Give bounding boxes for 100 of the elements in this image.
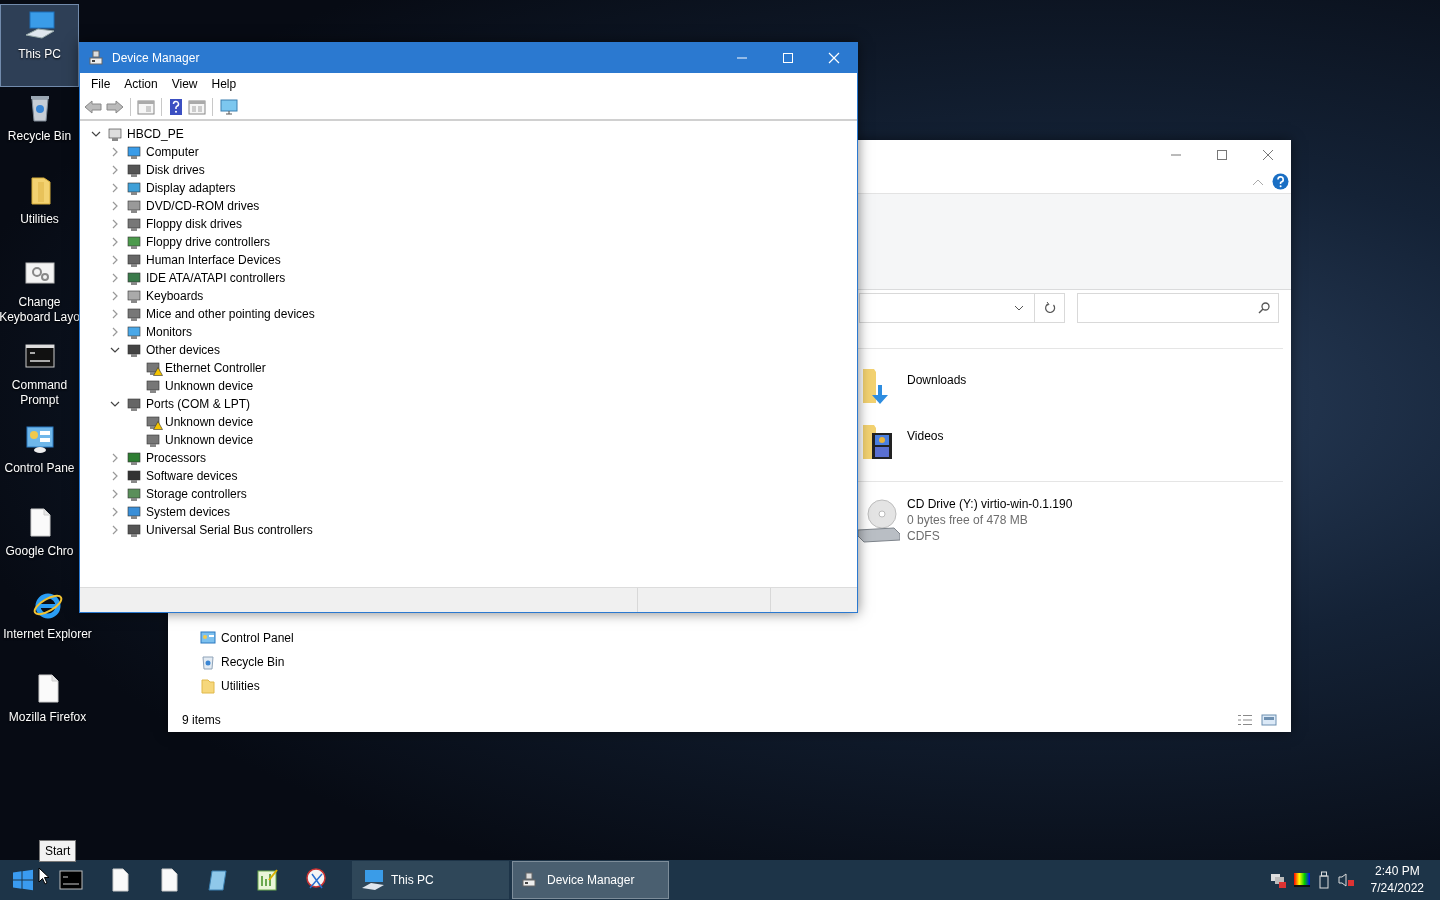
desktop-shortcut[interactable]: Utilities bbox=[0, 170, 79, 253]
device-icon bbox=[126, 270, 142, 286]
nav-item[interactable]: Utilities bbox=[200, 674, 323, 698]
windows-logo-icon bbox=[12, 869, 34, 891]
device-icon bbox=[126, 144, 142, 160]
tree-item-label[interactable]: Monitors bbox=[146, 323, 192, 341]
desktop-shortcut[interactable]: This PC bbox=[0, 4, 79, 87]
device-icon bbox=[107, 126, 123, 142]
shortcut-label: Utilities bbox=[20, 212, 59, 227]
close-icon bbox=[828, 52, 840, 64]
tree-item-label[interactable]: Ports (COM & LPT) bbox=[146, 395, 250, 413]
tree-item-label[interactable]: Floppy drive controllers bbox=[146, 233, 271, 251]
tree-item-label[interactable]: Computer bbox=[146, 143, 199, 161]
usb-drive-icon[interactable] bbox=[1316, 871, 1331, 889]
shortcut-label: Google Chro bbox=[5, 544, 74, 559]
monitor-icon bbox=[219, 99, 239, 115]
shortcut-label: Change Keyboard Layo bbox=[0, 295, 80, 325]
drive-space: 0 bytes free of 478 MB bbox=[907, 512, 1029, 528]
folder-name: Videos bbox=[907, 428, 944, 445]
chevron-down-icon bbox=[110, 399, 120, 409]
desktop-shortcut[interactable]: Google Chro bbox=[0, 502, 79, 585]
tree-item-label[interactable]: Other devices bbox=[146, 341, 221, 359]
display-color-icon[interactable] bbox=[1292, 872, 1311, 888]
item-count: 9 items bbox=[182, 712, 221, 729]
device-icon bbox=[126, 198, 142, 214]
menu-item[interactable]: Action bbox=[117, 75, 165, 93]
drive-name: CD Drive (Y:) virtio-win-0.1.190 bbox=[907, 496, 1073, 512]
chart-icon bbox=[254, 868, 279, 892]
shortcut-label: Command Prompt bbox=[11, 378, 68, 408]
forward-arrow-button[interactable] bbox=[106, 99, 124, 115]
device-icon bbox=[126, 306, 142, 322]
desktop-shortcut[interactable]: Control Pane bbox=[0, 419, 79, 502]
desktop-shortcut[interactable]: Mozilla Firefox bbox=[0, 668, 95, 751]
help-icon[interactable] bbox=[1272, 173, 1289, 190]
menu-item[interactable]: File bbox=[84, 75, 118, 93]
details-view-icon[interactable] bbox=[1237, 714, 1253, 726]
desktop-shortcut[interactable]: Recycle Bin bbox=[0, 87, 79, 170]
desktop-shortcut[interactable]: Command Prompt bbox=[0, 336, 79, 419]
tree-item-label[interactable]: Disk drives bbox=[146, 161, 205, 179]
tree-item-label[interactable]: Keyboards bbox=[146, 287, 204, 305]
tree-item-label[interactable]: Unknown device bbox=[165, 431, 254, 449]
device-icon bbox=[126, 396, 142, 412]
tree-item-label[interactable]: Display adapters bbox=[146, 179, 236, 197]
pc-icon bbox=[23, 9, 56, 41]
tree-item-label[interactable]: Ethernet Controller bbox=[165, 359, 266, 377]
help-button[interactable] bbox=[168, 99, 184, 115]
tree-item-label[interactable]: Human Interface Devices bbox=[146, 251, 281, 269]
search-field[interactable] bbox=[1077, 293, 1279, 323]
device-manager-icon bbox=[88, 50, 104, 66]
back-arrow-button[interactable] bbox=[84, 99, 102, 115]
desktop-shortcut[interactable]: Internet Explorer bbox=[0, 585, 95, 668]
speaker-muted-icon[interactable] bbox=[1336, 872, 1355, 888]
shortcut-label: Mozilla Firefox bbox=[8, 710, 87, 725]
pc-icon bbox=[361, 868, 385, 892]
monitor-button[interactable] bbox=[219, 99, 239, 115]
tree-item-label[interactable]: Unknown device bbox=[165, 377, 254, 395]
tree-item-label[interactable]: Software devices bbox=[146, 467, 238, 485]
menu-item[interactable]: Help bbox=[204, 75, 244, 93]
device-icon bbox=[126, 288, 142, 304]
desktop-shortcut[interactable]: Change Keyboard Layo bbox=[0, 253, 79, 336]
device-icon bbox=[126, 504, 142, 520]
tree-item-label[interactable]: Universal Serial Bus controllers bbox=[146, 521, 313, 539]
tree-item-label[interactable]: Unknown device bbox=[165, 413, 254, 431]
clock-time: 2:40 PM bbox=[1373, 863, 1421, 880]
tree-item-label[interactable]: Floppy disk drives bbox=[146, 215, 243, 233]
device-icon bbox=[126, 216, 142, 232]
clock-date: 7/24/2022 bbox=[1370, 880, 1424, 897]
tree-item-label[interactable]: System devices bbox=[146, 503, 231, 521]
close-icon bbox=[1262, 149, 1274, 161]
device-icon bbox=[126, 486, 142, 502]
device-icon bbox=[126, 162, 142, 178]
tiles-view-icon[interactable] bbox=[1261, 714, 1277, 726]
clock[interactable]: 2:40 PM 7/24/2022 bbox=[1370, 863, 1424, 897]
tree-item-label[interactable]: HBCD_PE bbox=[127, 125, 184, 143]
maximize-icon bbox=[1216, 149, 1228, 161]
tree-item-label[interactable]: Storage controllers bbox=[146, 485, 247, 503]
network-error-icon[interactable] bbox=[1268, 872, 1287, 888]
control-panel-icon bbox=[200, 630, 216, 646]
taskbar-window-button[interactable]: This PC bbox=[352, 861, 509, 899]
back-arrow-icon bbox=[84, 99, 102, 115]
refresh-icon bbox=[1043, 302, 1056, 314]
search-icon bbox=[1258, 302, 1270, 314]
taskbar-window-button[interactable]: Device Manager bbox=[512, 861, 669, 899]
maximize-icon bbox=[782, 52, 794, 64]
chevron-down-icon bbox=[91, 129, 101, 139]
nav-item[interactable]: Recycle Bin bbox=[200, 650, 323, 674]
chevron-down-icon bbox=[1014, 305, 1024, 311]
tree-item-label[interactable]: Processors bbox=[146, 449, 207, 467]
device-icon bbox=[126, 180, 142, 196]
tree-item-label[interactable]: IDE ATA/ATAPI controllers bbox=[146, 269, 286, 287]
window-button[interactable] bbox=[137, 99, 155, 115]
command-prompt-icon bbox=[58, 868, 83, 892]
tree-item-label[interactable]: DVD/CD-ROM drives bbox=[146, 197, 260, 215]
menu-item[interactable]: View bbox=[164, 75, 205, 93]
nav-label: Recycle Bin bbox=[221, 654, 285, 671]
folder-icon bbox=[200, 678, 216, 694]
nav-item[interactable]: Control Panel bbox=[200, 626, 323, 650]
collapse-ribbon-icon[interactable] bbox=[1252, 177, 1264, 186]
tree-item-label[interactable]: Mice and other pointing devices bbox=[146, 305, 315, 323]
device-icon bbox=[145, 432, 161, 448]
